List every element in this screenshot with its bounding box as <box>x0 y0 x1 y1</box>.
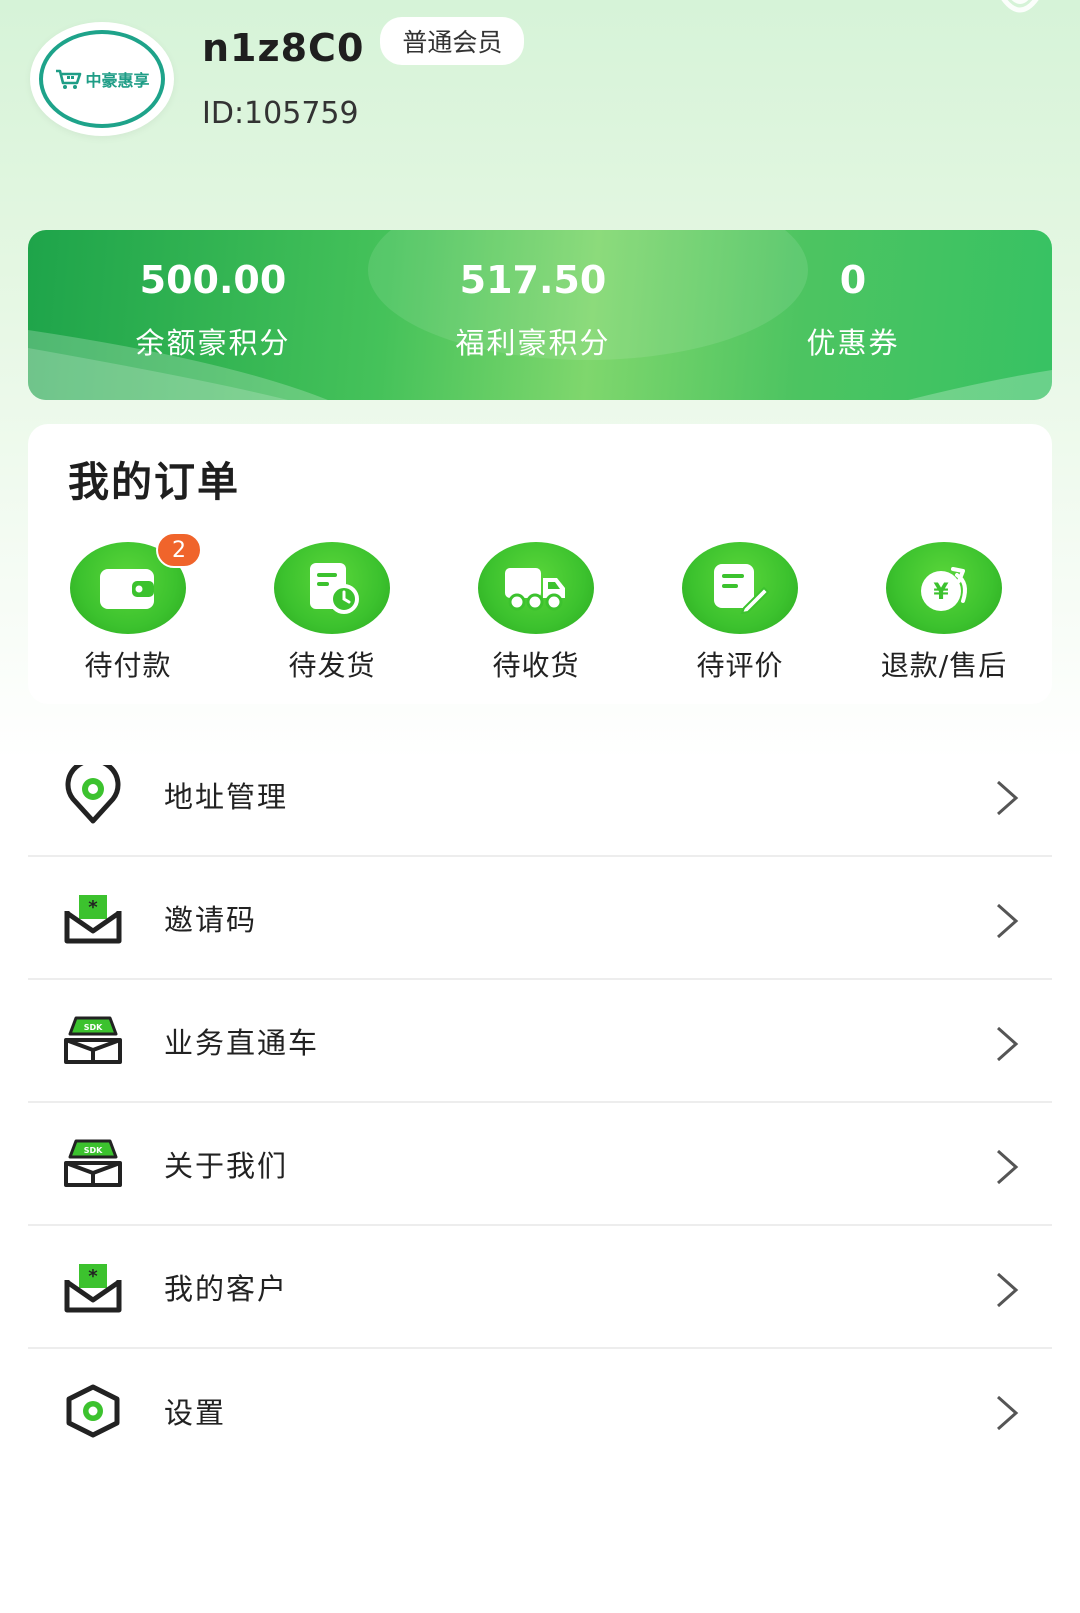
chevron-right-icon <box>997 1149 1019 1185</box>
avatar[interactable]: 中豪惠享 <box>30 22 174 136</box>
welfare-points-stat[interactable]: 517.50 福利豪积分 <box>373 258 693 362</box>
chevron-right-icon <box>997 1272 1019 1308</box>
order-pending-shipment[interactable]: 待发货 <box>232 542 432 684</box>
wallet-icon: 2 <box>70 532 202 634</box>
chevron-right-icon <box>997 903 1019 939</box>
menu-label: 关于我们 <box>164 1148 289 1183</box>
order-pending-payment[interactable]: 2 待付款 <box>28 532 228 684</box>
orders-title: 我的订单 <box>68 458 240 506</box>
order-label-pending-receipt: 待收货 <box>492 649 580 682</box>
welfare-points-label: 福利豪积分 <box>455 326 611 360</box>
order-pending-receipt[interactable]: 待收货 <box>436 542 636 684</box>
name-row: n1z8C0 普通会员 <box>202 17 525 70</box>
menu-label: 地址管理 <box>164 779 289 814</box>
menu-label: 设置 <box>164 1395 227 1430</box>
invite-envelope-icon: * <box>58 1252 128 1322</box>
chevron-right-icon <box>997 1026 1019 1062</box>
svg-text:SDK: SDK <box>84 1146 103 1155</box>
menu-about-us[interactable]: SDK 关于我们 <box>28 1103 1052 1226</box>
review-pen-icon <box>682 542 798 634</box>
member-level-badge[interactable]: 普通会员 <box>380 17 525 65</box>
svg-text:SDK: SDK <box>84 1023 103 1032</box>
menu-address-management[interactable]: 地址管理 <box>28 734 1052 857</box>
username: n1z8C0 <box>202 26 365 70</box>
menu-label: 业务直通车 <box>164 1025 320 1060</box>
menu-settings[interactable]: 设置 <box>28 1349 1052 1472</box>
order-label-refund-aftersale: 退款/售后 <box>880 649 1008 682</box>
menu-invite-code[interactable]: * 邀请码 <box>28 857 1052 980</box>
location-pin-icon <box>58 760 128 830</box>
sdk-box-icon: SDK <box>58 1006 128 1076</box>
pending-payment-count-badge: 2 <box>156 532 202 568</box>
invite-envelope-icon: * <box>58 883 128 953</box>
coupons-label: 优惠券 <box>806 326 900 360</box>
brand-logo: 中豪惠享 <box>39 30 165 128</box>
order-label-pending-payment: 待付款 <box>84 649 172 682</box>
settings-menu: 地址管理 * 邀请码 SDK 业务直通车 SDK 关于我们 * 我的客户 设置 <box>28 734 1052 1472</box>
welfare-points-value: 517.50 <box>459 258 607 302</box>
coupons-value: 0 <box>839 258 867 302</box>
balance-points-value: 500.00 <box>139 258 287 302</box>
balance-card: 500.00 余额豪积分 517.50 福利豪积分 0 优惠券 <box>28 230 1052 400</box>
order-refund-aftersale[interactable]: ¥ 退款/售后 <box>844 542 1044 684</box>
chevron-right-icon <box>997 780 1019 816</box>
cart-house-icon <box>56 69 82 89</box>
menu-my-customers[interactable]: * 我的客户 <box>28 1226 1052 1349</box>
logo-text: 中豪惠享 <box>85 71 150 90</box>
menu-label: 邀请码 <box>164 902 258 937</box>
order-label-pending-shipment: 待发货 <box>288 649 376 682</box>
chevron-right-icon <box>997 1395 1019 1431</box>
shipping-doc-icon <box>274 542 390 634</box>
profile-header: 中豪惠享 n1z8C0 普通会员 ID:105759 <box>30 17 525 136</box>
sdk-box-icon: SDK <box>58 1129 128 1199</box>
order-pending-review[interactable]: 待评价 <box>640 542 840 684</box>
truck-icon <box>478 542 594 634</box>
coupons-stat[interactable]: 0 优惠券 <box>693 258 1013 362</box>
my-orders-card: 我的订单 2 待付款 待发货 待收货 待评价 ¥ 退款/售后 <box>28 424 1052 704</box>
profile-info: n1z8C0 普通会员 ID:105759 <box>202 17 525 131</box>
refund-icon: ¥ <box>886 542 1002 634</box>
user-id: ID:105759 <box>202 96 359 131</box>
menu-business-express[interactable]: SDK 业务直通车 <box>28 980 1052 1103</box>
balance-points-stat[interactable]: 500.00 余额豪积分 <box>53 258 373 362</box>
balance-points-label: 余额豪积分 <box>135 326 291 360</box>
order-label-pending-review: 待评价 <box>696 649 784 682</box>
menu-label: 我的客户 <box>164 1271 289 1306</box>
svg-text:*: * <box>88 897 98 918</box>
settings-hexagon-icon <box>58 1376 128 1446</box>
svg-text:*: * <box>88 1266 98 1287</box>
settings-gear-icon[interactable] <box>990 0 1050 22</box>
svg-text:¥: ¥ <box>933 580 949 605</box>
